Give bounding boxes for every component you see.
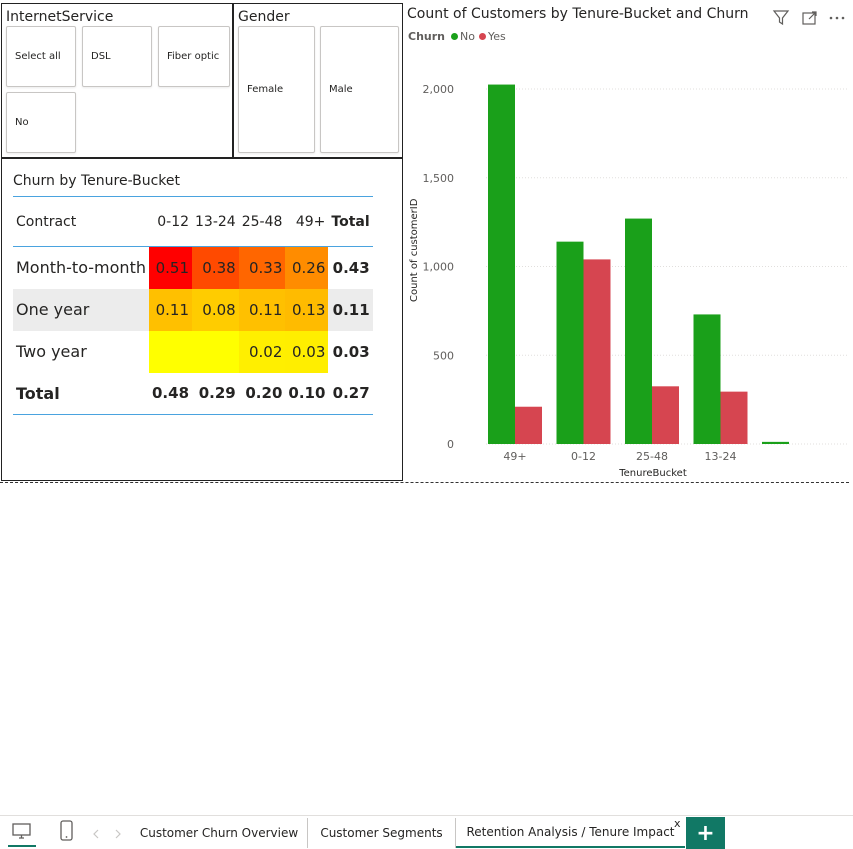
x-axis-label: TenureBucket (618, 468, 687, 479)
y-tick-label: 0 (447, 438, 454, 451)
tab-label: Retention Analysis / Tenure Impact (466, 825, 675, 839)
bar-chart: 0 500 1,000 1,500 2,000 49+ 0-12 25-48 13-24 Cou… (409, 83, 848, 479)
tab-label: Customer Churn Overview (139, 826, 299, 840)
y-tick-label: 2,000 (423, 83, 455, 96)
add-page-button[interactable]: + (686, 817, 725, 849)
bar-yes-49+[interactable] (515, 406, 542, 444)
mobile-view-icon[interactable] (56, 818, 78, 846)
x-tick-label: 49+ (503, 450, 526, 463)
x-tick-label: 25-48 (636, 450, 668, 463)
y-tick-label: 500 (433, 349, 454, 362)
bar-no-13-24[interactable] (693, 314, 721, 444)
visual-divider (0, 482, 849, 483)
bar-no-0-12[interactable] (556, 241, 584, 444)
report-canvas: InternetService Select all DSL Fiber opt… (0, 0, 853, 849)
bar-yes-0-12[interactable] (583, 259, 611, 444)
x-tick-label: 13-24 (705, 450, 737, 463)
prev-page-icon[interactable] (90, 826, 102, 840)
bar-no-blank[interactable] (762, 441, 789, 444)
y-tick-label: 1,000 (423, 261, 455, 274)
desktop-view-icon[interactable] (8, 817, 36, 847)
y-tick-label: 1,500 (423, 172, 455, 185)
page-tab-retention-analysis[interactable]: Retention Analysis / Tenure Impact (456, 818, 685, 848)
tab-label: Customer Segments (320, 826, 443, 840)
bar-no-25-48[interactable] (625, 218, 652, 444)
bar-no-49+[interactable] (488, 84, 515, 444)
x-tick-label: 0-12 (571, 450, 596, 463)
close-tab-button[interactable]: x (674, 817, 681, 830)
bar-yes-25-48[interactable] (652, 386, 679, 444)
page-tab-customer-churn-overview[interactable]: Customer Churn Overview (131, 818, 308, 848)
bars (488, 84, 789, 444)
next-page-icon[interactable] (112, 826, 124, 840)
bar-yes-13-24[interactable] (720, 391, 748, 444)
page-tab-customer-segments[interactable]: Customer Segments (308, 818, 456, 848)
y-axis-label: Count of customerID (409, 198, 420, 302)
